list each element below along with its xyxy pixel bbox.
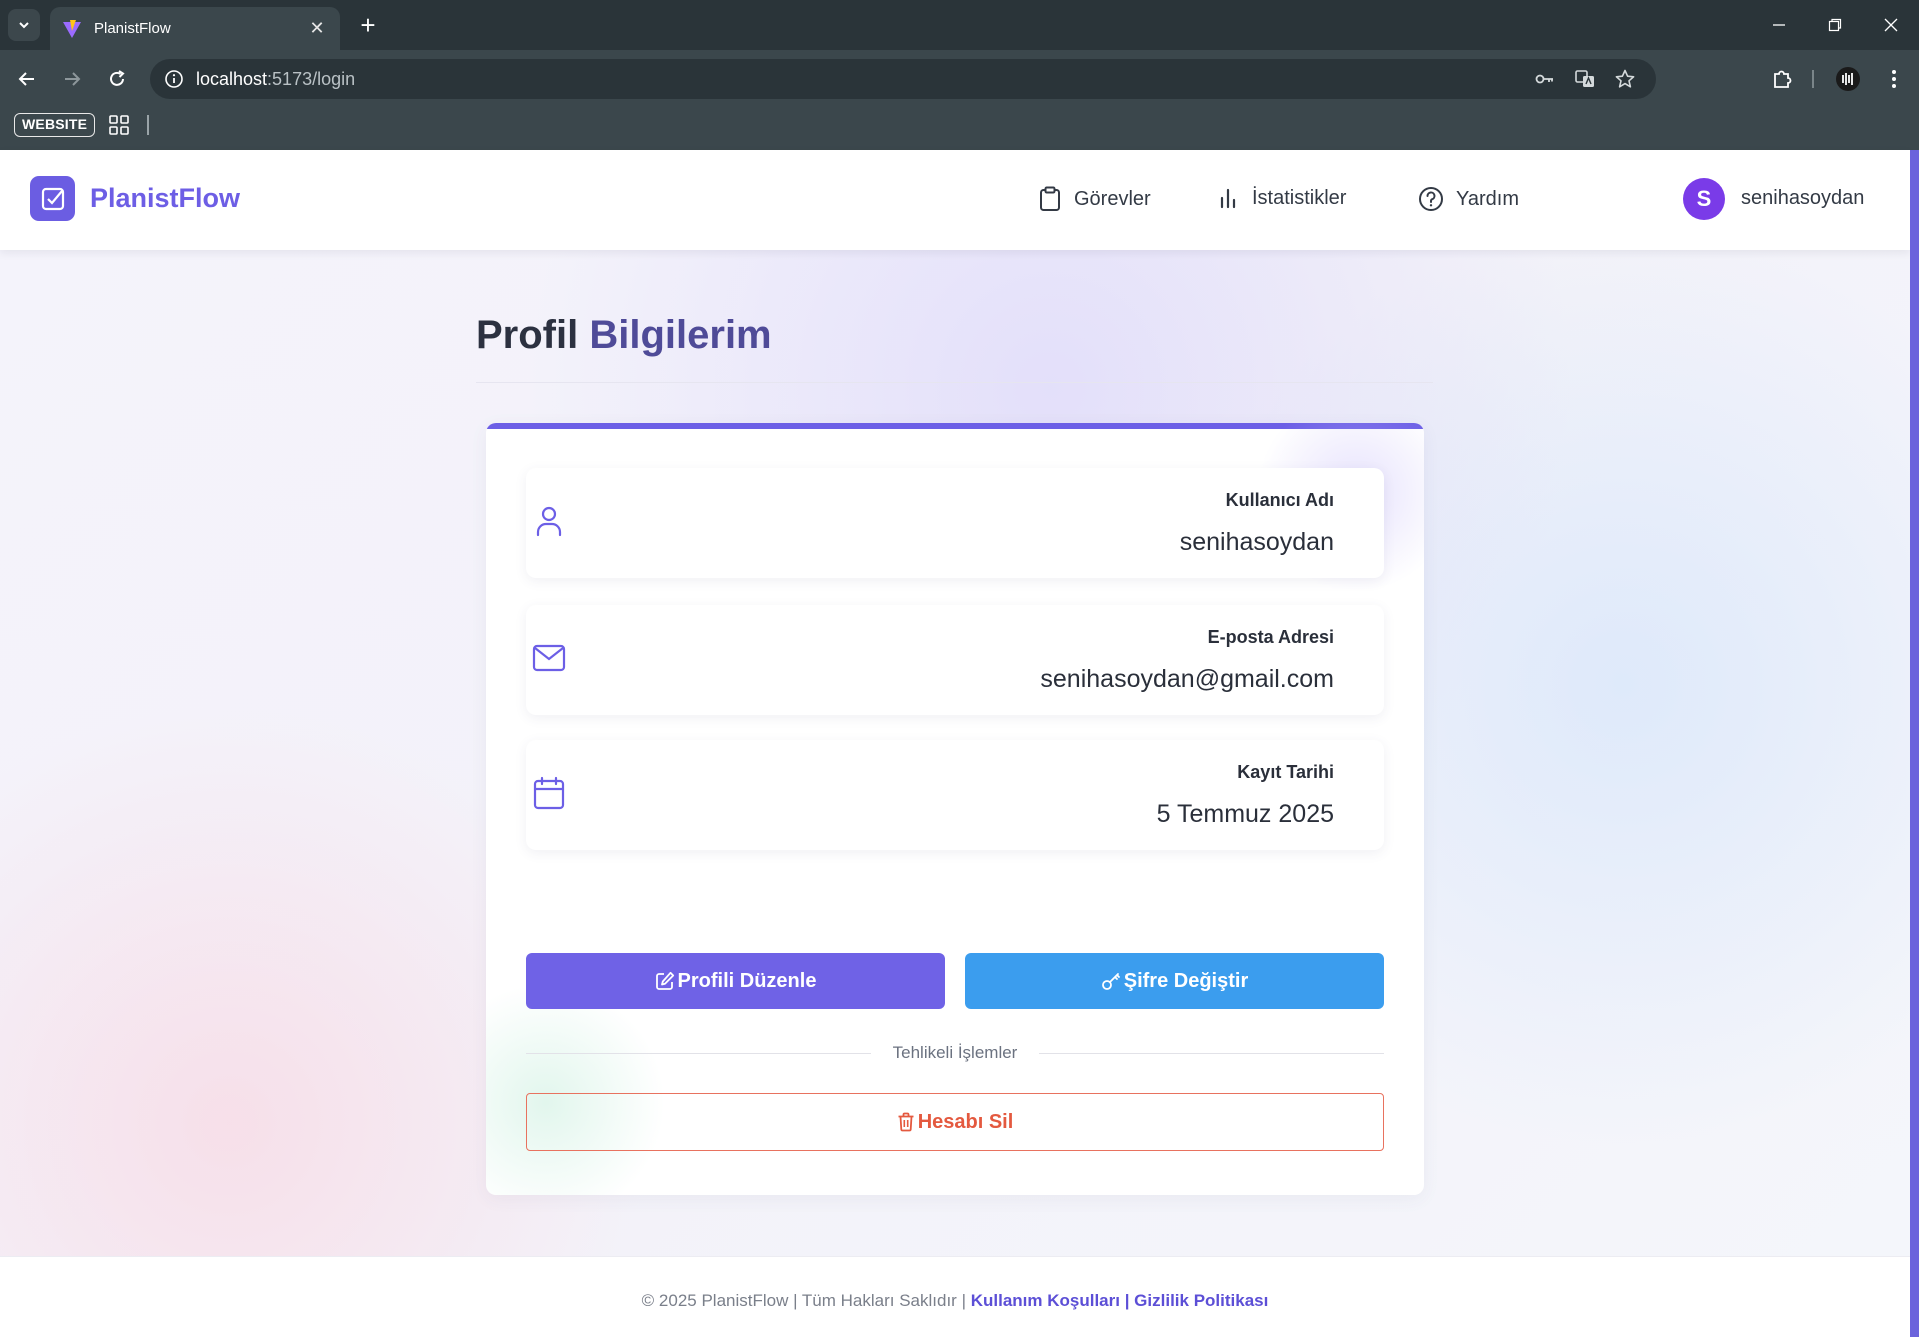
- footer-text: © 2025 PlanistFlow | Tüm Hakları Saklıdı…: [0, 1291, 1910, 1311]
- new-tab-button[interactable]: +: [352, 9, 384, 41]
- browser-tab[interactable]: PlanistFlow ✕: [50, 7, 340, 50]
- terms-link[interactable]: Kullanım Koşulları: [971, 1291, 1120, 1310]
- brand-name[interactable]: PlanistFlow: [90, 183, 240, 214]
- minimize-icon: [1773, 24, 1785, 26]
- apps-grid-icon[interactable]: [108, 114, 130, 136]
- email-field-value: senihasoydan@gmail.com: [1040, 665, 1334, 693]
- bookmarks-bar: WEBSITE: [0, 108, 1919, 150]
- nav-item-gorevler[interactable]: Görevler: [1038, 186, 1151, 212]
- calendar-icon: [532, 776, 566, 810]
- username-label[interactable]: senihasoydan: [1741, 187, 1864, 210]
- browser-tabstrip: PlanistFlow ✕ +: [0, 0, 1919, 50]
- browser-toolbar: localhost:5173/login: [0, 50, 1919, 108]
- address-bar[interactable]: localhost:5173/login: [150, 59, 1656, 99]
- bookmarks-separator: [147, 115, 149, 135]
- danger-divider-right: [1039, 1053, 1384, 1054]
- title-divider: [476, 382, 1433, 383]
- reload-icon: [110, 70, 125, 86]
- username-field-label: Kullanıcı Adı: [1225, 490, 1334, 510]
- tab-title: PlanistFlow: [94, 20, 171, 37]
- avatar[interactable]: S: [1683, 178, 1725, 220]
- bar-chart-icon: [1220, 188, 1236, 209]
- footer: © 2025 PlanistFlow | Tüm Hakları Saklıdı…: [0, 1256, 1910, 1337]
- nav-label-gorevler: Görevler: [1074, 187, 1151, 210]
- info-row-register-date: Kayıt Tarihi 5 Temmuz 2025: [526, 740, 1384, 850]
- reload-button[interactable]: [101, 63, 133, 95]
- chevron-down-icon: [19, 22, 29, 29]
- email-field-label: E-posta Adresi: [1207, 627, 1334, 647]
- edit-profile-label: Profili Düzenle: [677, 969, 817, 992]
- profile-card: Kullanıcı Adı senihasoydan E-posta Adres…: [486, 423, 1424, 1195]
- restore-icon: [1828, 18, 1842, 32]
- site-info-icon[interactable]: [162, 67, 186, 91]
- url-text: localhost:5173/login: [196, 69, 355, 90]
- edit-icon: [655, 971, 674, 990]
- extensions-button[interactable]: [1766, 63, 1798, 95]
- danger-divider-left: [526, 1053, 871, 1054]
- info-row-email: E-posta Adresi senihasoydan@gmail.com: [526, 605, 1384, 715]
- user-icon: [532, 504, 566, 538]
- toolbar-separator: [1812, 70, 1814, 88]
- page-title-accent: Bilgilerim: [589, 313, 772, 357]
- translate-icon[interactable]: [1573, 67, 1597, 91]
- page-title: Profil Bilgilerim: [476, 313, 772, 358]
- privacy-link[interactable]: Gizlilik Politikası: [1134, 1291, 1268, 1310]
- nav-item-istatistikler[interactable]: İstatistikler: [1216, 186, 1346, 210]
- mail-icon: [532, 641, 566, 675]
- card-decoration: [486, 983, 666, 1195]
- bookmark-website[interactable]: WEBSITE: [14, 113, 96, 137]
- register-date-value: 5 Temmuz 2025: [1156, 800, 1334, 828]
- change-password-label: Şifre Değiştir: [1123, 969, 1249, 992]
- tab-close-icon[interactable]: ✕: [306, 18, 328, 39]
- edit-profile-button[interactable]: Profili Düzenle: [526, 953, 945, 1009]
- arrow-left-icon: [18, 72, 34, 86]
- delete-account-button[interactable]: Hesabı Sil: [526, 1093, 1384, 1151]
- info-row-username: Kullanıcı Adı senihasoydan: [526, 468, 1384, 578]
- nav-label-yardim: Yardım: [1456, 187, 1519, 210]
- tab-search-button[interactable]: [8, 9, 40, 41]
- footer-separator: |: [1119, 1291, 1135, 1310]
- checkbox-logo-icon: [41, 187, 64, 210]
- bookmark-star-icon[interactable]: [1613, 67, 1637, 91]
- danger-zone-label: Tehlikeli İşlemler: [892, 1043, 1018, 1062]
- puzzle-icon: [1774, 70, 1792, 88]
- audio-wave-icon: [1836, 67, 1860, 91]
- window-controls: [1751, 0, 1919, 50]
- close-icon: [1884, 18, 1898, 32]
- help-circle-icon: [1419, 187, 1443, 211]
- app-navbar: PlanistFlow Görevler İstatistikler Yardı…: [0, 150, 1910, 250]
- close-window-button[interactable]: [1863, 0, 1919, 50]
- delete-account-label: Hesabı Sil: [917, 1110, 1014, 1133]
- restore-button[interactable]: [1807, 0, 1863, 50]
- trash-icon: [898, 1112, 914, 1132]
- scrollbar-track[interactable]: [1910, 150, 1919, 1337]
- nav-label-istatistikler: İstatistikler: [1252, 186, 1347, 209]
- username-field-value: senihasoydan: [1179, 528, 1334, 556]
- page-title-main: Profil: [476, 313, 579, 357]
- logo[interactable]: [30, 176, 75, 221]
- vite-favicon-icon: [63, 19, 81, 38]
- register-date-label: Kayıt Tarihi: [1237, 762, 1334, 782]
- forward-button[interactable]: [56, 63, 88, 95]
- url-path: :5173/login: [267, 69, 356, 89]
- url-host: localhost: [196, 69, 268, 89]
- key-icon: [1101, 973, 1120, 990]
- profile-extension-button[interactable]: [1832, 63, 1864, 95]
- back-button[interactable]: [11, 63, 43, 95]
- clipboard-icon: [1040, 186, 1060, 211]
- browser-menu-button[interactable]: [1878, 63, 1910, 95]
- change-password-button[interactable]: Şifre Değiştir: [965, 953, 1384, 1009]
- nav-item-yardim[interactable]: Yardım: [1418, 186, 1519, 212]
- page-viewport: PlanistFlow Görevler İstatistikler Yardı…: [0, 150, 1910, 1337]
- minimize-button[interactable]: [1751, 0, 1807, 50]
- arrow-right-icon: [65, 72, 81, 86]
- password-key-icon[interactable]: [1533, 67, 1557, 91]
- more-vertical-icon: [1892, 70, 1896, 88]
- footer-copyright: © 2025 PlanistFlow | Tüm Hakları Saklıdı…: [641, 1291, 971, 1310]
